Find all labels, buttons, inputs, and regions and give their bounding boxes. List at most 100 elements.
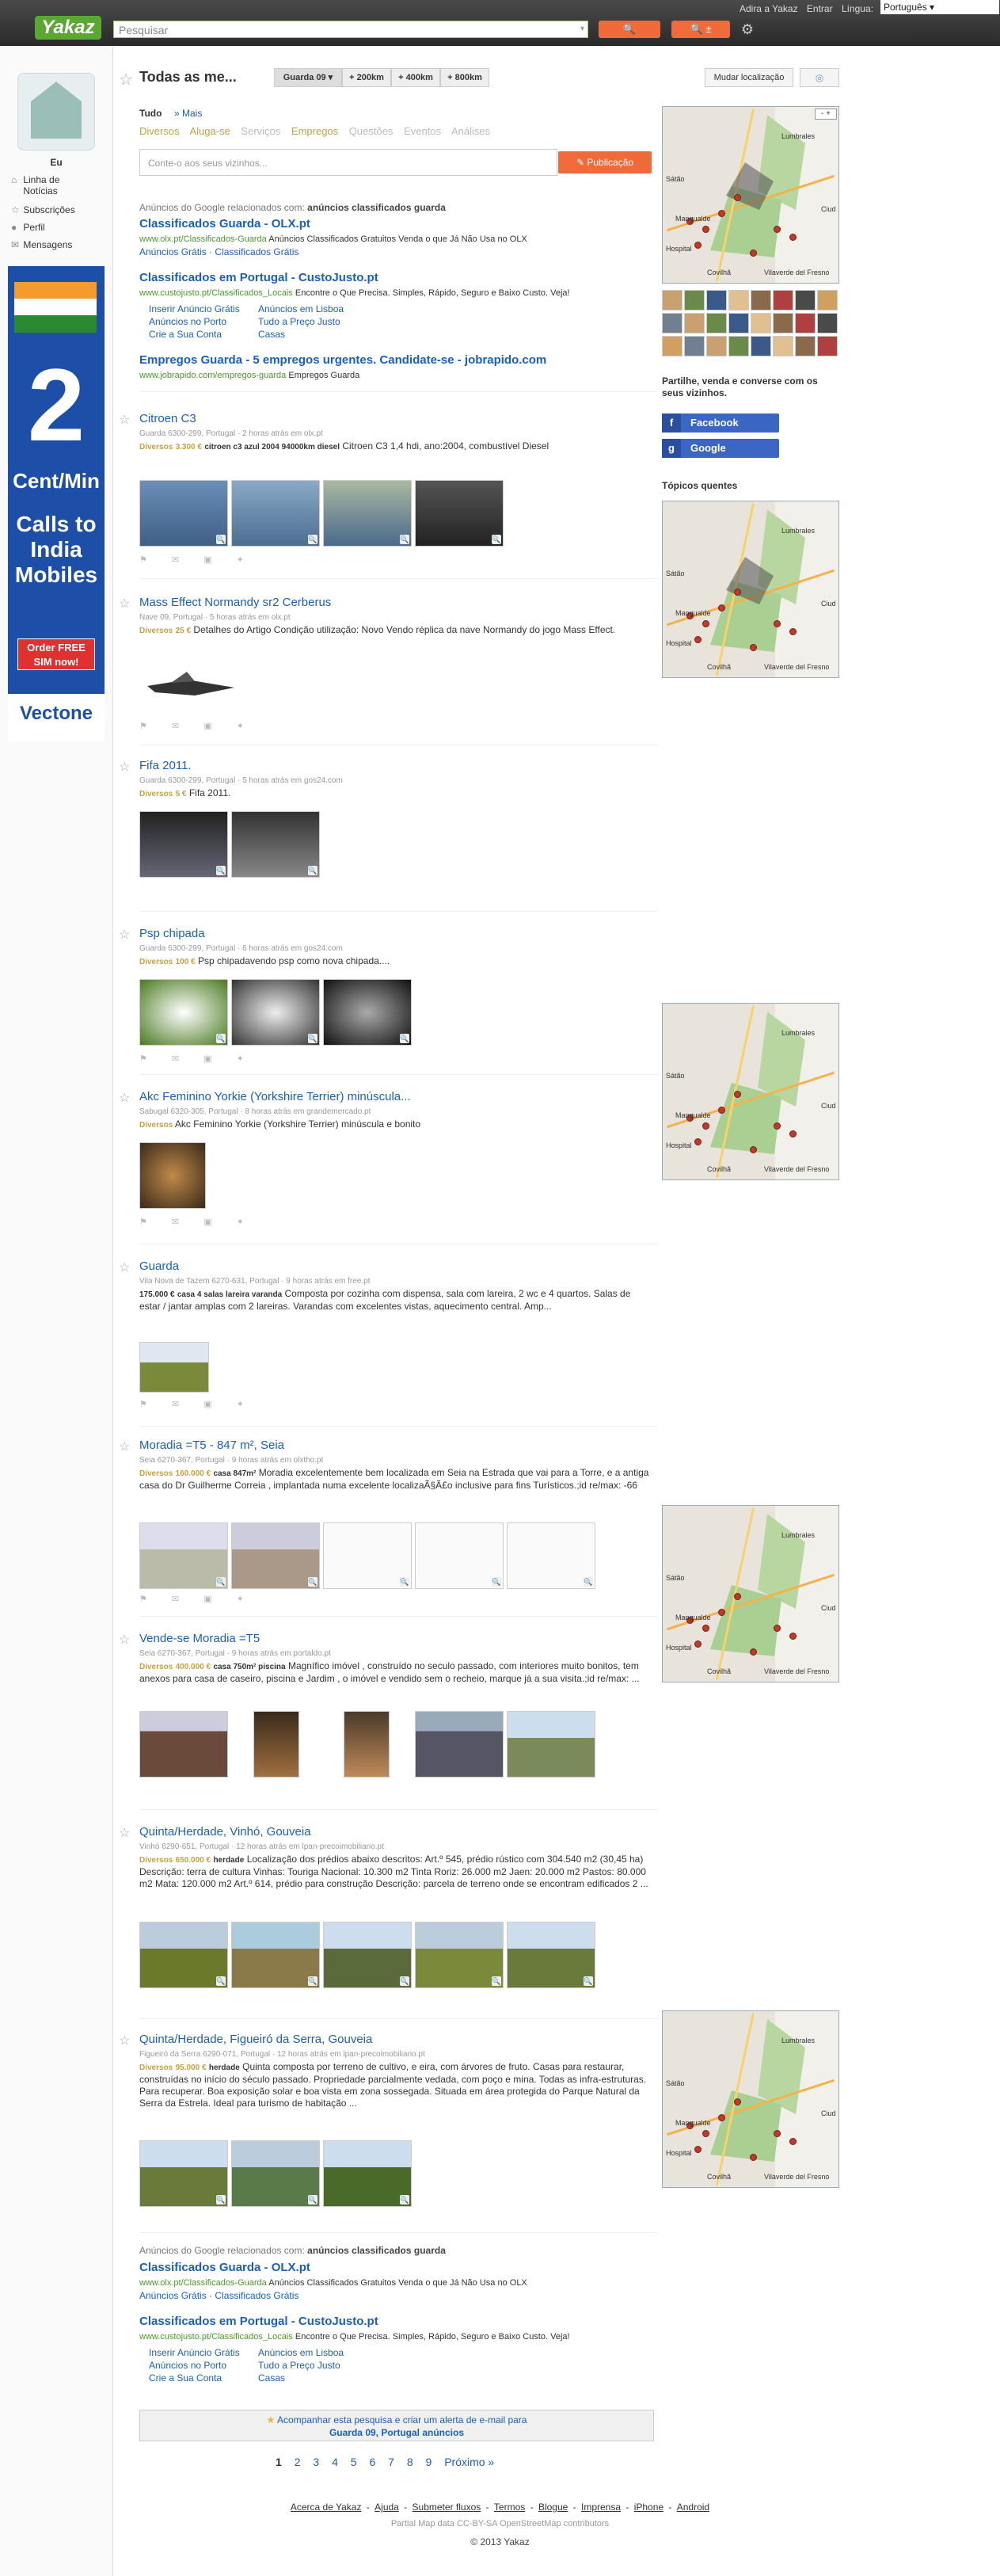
listing-actions[interactable]: ⚑ ✉ ▣ ✦ <box>139 554 255 565</box>
member-avatar[interactable] <box>817 313 838 333</box>
listing-photo[interactable] <box>139 1142 206 1209</box>
listing-photo[interactable]: 🔍 <box>139 811 228 878</box>
side-banner-ad[interactable]: 2 Cent/Min Calls to India Mobiles Order … <box>8 266 105 741</box>
category-analises[interactable]: Análises <box>451 125 490 137</box>
sidebar-item-news[interactable]: ⌂ Linha de Notícias <box>11 174 86 196</box>
listing-category[interactable]: Diversos <box>139 1856 173 1865</box>
ad-sublink[interactable]: Inserir Anúncio Grátis <box>149 2346 240 2359</box>
star-icon[interactable]: ☆ <box>119 759 130 775</box>
map-pin-icon[interactable] <box>694 1640 702 1648</box>
member-avatar[interactable] <box>662 290 683 311</box>
map-pin-icon[interactable] <box>702 226 709 233</box>
listing-title[interactable]: Fifa 2011. <box>139 759 192 772</box>
star-icon[interactable]: ☆ <box>119 1632 130 1648</box>
member-avatar[interactable] <box>751 336 771 356</box>
listing-title[interactable]: Psp chipada <box>139 927 205 940</box>
ad-sublink[interactable]: Crie a Sua Conta <box>149 328 240 341</box>
member-avatar[interactable] <box>706 336 727 356</box>
login-link[interactable]: Entrar <box>807 3 833 14</box>
map-pin-icon[interactable] <box>718 210 725 217</box>
page-link[interactable]: 6 <box>369 2456 375 2468</box>
listing-photo[interactable]: 🔍 <box>231 811 320 878</box>
listing-category[interactable]: Diversos <box>139 627 173 635</box>
map-pin-icon[interactable] <box>789 628 797 635</box>
member-avatar[interactable] <box>728 313 749 333</box>
listing-title[interactable]: Mass Effect Normandy sr2 Cerberus <box>139 596 331 609</box>
footer-link[interactable]: iPhone <box>634 2502 663 2513</box>
map-pin-icon[interactable] <box>750 644 757 651</box>
facebook-button[interactable]: f Facebook <box>662 413 779 433</box>
map-pin-icon[interactable] <box>694 1138 702 1145</box>
map-pin-icon[interactable] <box>750 1648 757 1656</box>
listing-photo[interactable] <box>139 1342 209 1393</box>
listing-photo[interactable] <box>344 1711 390 1778</box>
sidebar-item-profile[interactable]: ● Perfil <box>11 222 45 233</box>
listing-photo[interactable]: 🔍 <box>415 1922 504 1988</box>
map-pin-icon[interactable] <box>750 250 757 257</box>
listing-photo[interactable]: 🔍 <box>231 1522 320 1589</box>
zoom-icon[interactable]: 🔍 <box>308 1034 317 1043</box>
publish-button[interactable]: ✎ Publicação <box>558 151 652 173</box>
map-pin-icon[interactable] <box>718 1107 725 1114</box>
map-pin-icon[interactable] <box>750 2154 757 2161</box>
listing-category[interactable]: Diversos <box>139 1121 173 1130</box>
map-pin-icon[interactable] <box>774 226 781 233</box>
category-aluga-se[interactable]: Aluga-se <box>189 125 230 137</box>
post-input[interactable]: Conte-o aos seus vizinhos... <box>139 149 557 176</box>
category-diversos[interactable]: Diversos <box>139 125 180 137</box>
member-avatar[interactable] <box>773 336 793 356</box>
listing-photo[interactable]: 🔍 <box>139 480 228 547</box>
ad-sublink[interactable]: Anúncios Grátis <box>139 246 207 257</box>
map-pin-icon[interactable] <box>774 1625 781 1632</box>
footer-link[interactable]: Imprensa <box>581 2502 621 2513</box>
map-pin-icon[interactable] <box>774 620 781 627</box>
map-pin-icon[interactable] <box>734 2098 741 2105</box>
ad-url-text[interactable]: www.custojusto.pt/Classificados_Locais <box>139 2332 293 2342</box>
zoom-icon[interactable]: 🔍 <box>216 535 226 544</box>
zoom-icon[interactable]: 🔍 <box>400 1034 409 1043</box>
location-map[interactable]: Lumbrales Sátão Mangualde Hospital Covilhã Vi… <box>662 1505 839 1682</box>
target-icon[interactable]: ◎ <box>800 68 839 87</box>
member-avatar[interactable] <box>728 336 749 356</box>
star-icon[interactable]: ☆ <box>119 927 130 943</box>
star-icon[interactable]: ☆ <box>119 1439 130 1454</box>
ad-sublink[interactable]: Classificados Grátis <box>215 2290 298 2301</box>
footer-link[interactable]: Termos <box>494 2502 525 2513</box>
listing-photo[interactable]: 🔍 <box>231 480 320 547</box>
listing-photo[interactable] <box>507 1711 595 1778</box>
listing-photo[interactable]: 🔍 <box>231 1922 320 1988</box>
yakaz-logo[interactable]: Yakaz <box>35 16 101 40</box>
sidebar-item-subscriptions[interactable]: ☆ Subscrições <box>11 204 75 215</box>
zoom-icon[interactable]: 🔍 <box>216 866 226 875</box>
member-avatar[interactable] <box>773 313 793 333</box>
category-eventos[interactable]: Eventos <box>404 125 441 137</box>
zoom-icon[interactable]: 🔍 <box>308 2195 317 2204</box>
range-800-button[interactable]: + 800km <box>440 68 489 87</box>
ad-url-text[interactable]: www.jobrapido.com/empregos-guarda <box>139 371 286 380</box>
listing-actions[interactable]: ⚑ ✉ ▣ ✦ <box>139 1399 255 1409</box>
listing-photo[interactable]: 🔍 <box>507 1522 595 1589</box>
ad-sublink[interactable]: Anúncios em Lisboa <box>258 303 344 315</box>
zoom-icon[interactable]: 🔍 <box>400 535 409 544</box>
next-page-link[interactable]: Próximo » <box>444 2456 494 2468</box>
member-avatar[interactable] <box>684 290 705 311</box>
listing-title[interactable]: Vende-se Moradia =T5 <box>139 1632 260 1645</box>
map-pin-icon[interactable] <box>734 194 741 201</box>
listing-photo[interactable] <box>415 1711 504 1778</box>
range-200-button[interactable]: + 200km <box>342 68 391 87</box>
map-pin-icon[interactable] <box>789 1633 797 1640</box>
member-avatar[interactable] <box>817 336 838 356</box>
ad-title-link[interactable]: Classificados Guarda - OLX.pt <box>139 217 310 231</box>
search-button[interactable]: 🔍 <box>599 21 660 38</box>
member-avatar[interactable] <box>817 290 838 311</box>
zoom-icon[interactable]: 🔍 <box>492 535 501 544</box>
zoom-icon[interactable]: 🔍 <box>400 1577 409 1587</box>
create-alert-banner[interactable]: ★ Acompanhar esta pesquisa e criar um al… <box>139 2410 654 2441</box>
ad-sublink[interactable]: Casas <box>258 2372 344 2384</box>
listing-title[interactable]: Citroen C3 <box>139 412 196 425</box>
zoom-icon[interactable]: 🔍 <box>584 1976 593 1986</box>
listing-category[interactable]: Diversos <box>139 790 173 798</box>
map-pin-icon[interactable] <box>702 2130 709 2137</box>
google-button[interactable]: g Google <box>662 439 779 458</box>
listing-photo[interactable]: 🔍 <box>139 1522 228 1589</box>
